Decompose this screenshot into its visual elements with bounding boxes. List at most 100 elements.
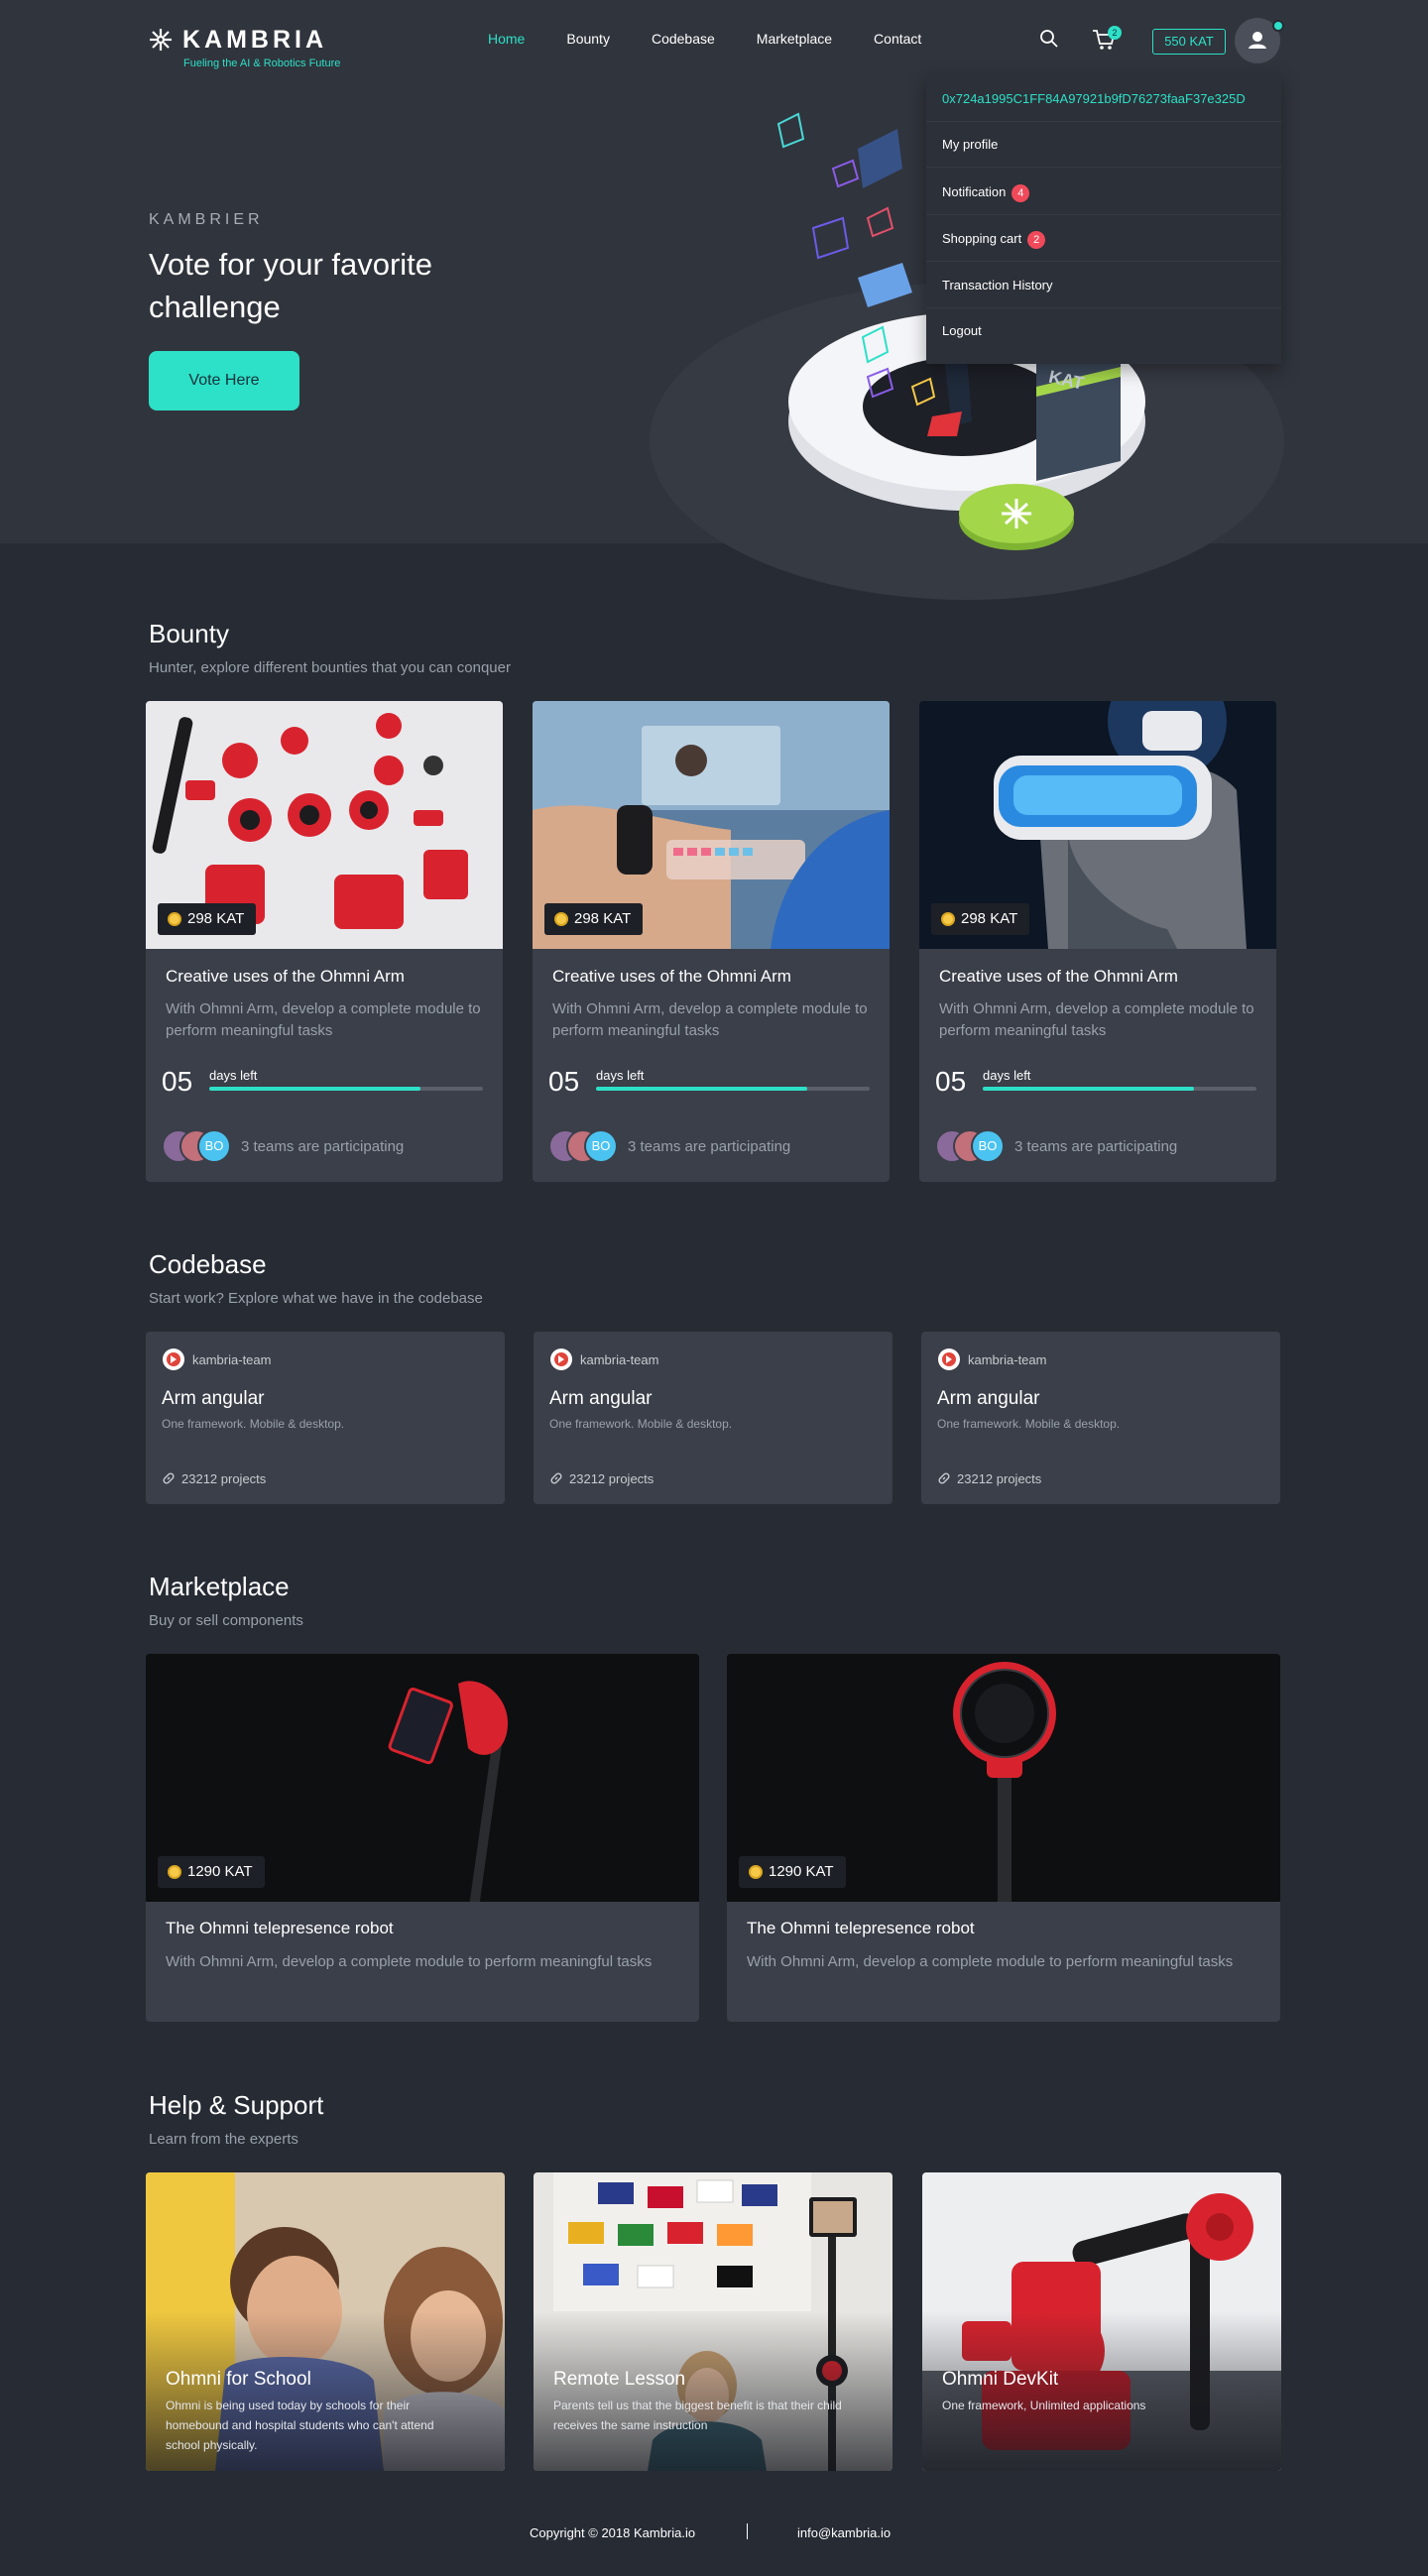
- help-card[interactable]: Ohmni DevKit One framework, Unlimited ap…: [922, 2172, 1281, 2471]
- bounty-progress-bar: [983, 1087, 1256, 1091]
- vote-here-button[interactable]: Vote Here: [149, 351, 299, 410]
- bounty-card[interactable]: 298 KAT Creative uses of the Ohmni Arm W…: [146, 701, 503, 1182]
- bounty-description: With Ohmni Arm, develop a complete modul…: [166, 1000, 481, 1039]
- bounty-title: Creative uses of the Ohmni Arm: [166, 967, 405, 986]
- codebase-card[interactable]: kambria-team Arm angular One framework. …: [146, 1332, 505, 1504]
- bounty-title: Creative uses of the Ohmni Arm: [939, 967, 1178, 986]
- image-overlay: [922, 2311, 1281, 2471]
- team-logo-icon: [163, 1348, 184, 1370]
- footer-email-link[interactable]: info@kambria.io: [797, 2525, 891, 2540]
- main-nav: Home Bounty Codebase Marketplace Contact: [488, 31, 963, 47]
- help-card[interactable]: Ohmni for School Ohmni is being used tod…: [146, 2172, 505, 2471]
- bounty-teams-count: 3 teams are participating: [1014, 1138, 1178, 1155]
- help-section-title: Help & Support: [149, 2090, 324, 2120]
- user-dropdown-menu: 0x724a1995C1FF84A97921b9fD76273faaF37e32…: [926, 74, 1281, 364]
- team-avatar-initials: BO: [584, 1129, 618, 1163]
- nav-bounty[interactable]: Bounty: [566, 31, 610, 47]
- image-overlay: [534, 2311, 892, 2471]
- codebase-description: One framework. Mobile & desktop.: [162, 1417, 345, 1431]
- bounty-reward: 298 KAT: [961, 910, 1018, 927]
- menu-my-profile[interactable]: My profile: [926, 122, 1281, 168]
- codebase-team-name[interactable]: kambria-team: [968, 1352, 1046, 1367]
- search-icon[interactable]: [1039, 29, 1059, 49]
- bounty-card[interactable]: 298 KAT Creative uses of the Ohmni Arm W…: [533, 701, 890, 1182]
- codebase-card[interactable]: kambria-team Arm angular One framework. …: [921, 1332, 1280, 1504]
- bounty-teams-count: 3 teams are participating: [628, 1138, 791, 1155]
- marketplace-section-subtitle: Buy or sell components: [149, 1612, 303, 1629]
- product-title: The Ohmni telepresence robot: [747, 1919, 975, 1937]
- bounty-days-count: 05: [548, 1066, 580, 1097]
- menu-logout[interactable]: Logout: [926, 308, 1281, 354]
- wallet-address[interactable]: 0x724a1995C1FF84A97921b9fD76273faaF37e32…: [926, 76, 1281, 122]
- codebase-description: One framework. Mobile & desktop.: [549, 1417, 733, 1431]
- menu-item-label: Logout: [942, 323, 982, 338]
- bounty-teams-count: 3 teams are participating: [241, 1138, 405, 1155]
- bounty-description: With Ohmni Arm, develop a complete modul…: [939, 1000, 1254, 1039]
- top-header: KAMBRIA Fueling the AI & Robotics Future…: [0, 0, 1428, 79]
- bounty-days-count: 05: [162, 1066, 193, 1097]
- team-avatar-initials: BO: [197, 1129, 231, 1163]
- menu-item-label: Transaction History: [942, 278, 1053, 293]
- bounty-progress-fill: [596, 1087, 807, 1091]
- online-status-dot: [1272, 20, 1284, 32]
- nav-contact[interactable]: Contact: [874, 31, 921, 47]
- nav-codebase[interactable]: Codebase: [652, 31, 715, 47]
- bounty-reward: 298 KAT: [187, 910, 245, 927]
- product-price-tag: 1290 KAT: [739, 1856, 846, 1888]
- product-description: With Ohmni Arm, develop a complete modul…: [166, 1953, 653, 1970]
- nav-home[interactable]: Home: [488, 31, 525, 47]
- codebase-title: Arm angular: [549, 1388, 653, 1409]
- help-card-description: Ohmni is being used today by schools for…: [166, 2399, 434, 2452]
- link-icon: [550, 1472, 562, 1484]
- footer-copyright: Copyright © 2018 Kambria.io: [530, 2525, 696, 2540]
- bounty-days-label: days left: [983, 1068, 1031, 1083]
- bounty-description: With Ohmni Arm, develop a complete modul…: [552, 1000, 868, 1039]
- kat-coin-icon: [941, 912, 955, 926]
- codebase-title: Arm angular: [162, 1388, 265, 1409]
- hero-eyebrow: KAMBRIER: [149, 211, 264, 228]
- notification-count-badge: 4: [1012, 183, 1030, 202]
- footer-divider: [747, 2523, 748, 2539]
- bounty-progress-bar: [209, 1087, 483, 1091]
- menu-notification[interactable]: Notification 4: [926, 170, 1281, 215]
- bounty-section-subtitle: Hunter, explore different bounties that …: [149, 659, 511, 676]
- kat-coin-icon: [168, 912, 181, 926]
- bounty-card[interactable]: 298 KAT Creative uses of the Ohmni Arm W…: [919, 701, 1276, 1182]
- codebase-section-subtitle: Start work? Explore what we have in the …: [149, 1290, 483, 1307]
- help-section-subtitle: Learn from the experts: [149, 2131, 298, 2148]
- codebase-team-name[interactable]: kambria-team: [580, 1352, 658, 1367]
- bounty-reward-tag: 298 KAT: [158, 903, 257, 935]
- team-avatar-initials: BO: [971, 1129, 1005, 1163]
- kat-balance[interactable]: 550 KAT: [1152, 29, 1226, 55]
- product-title: The Ohmni telepresence robot: [166, 1919, 394, 1937]
- bounty-reward-tag: 298 KAT: [931, 903, 1030, 935]
- bounty-progress-fill: [983, 1087, 1194, 1091]
- hero-title: Vote for your favorite challenge: [149, 247, 433, 324]
- bounty-days-label: days left: [596, 1068, 645, 1083]
- marketplace-card[interactable]: 1290 KAT The Ohmni telepresence robot Wi…: [146, 1654, 699, 2022]
- bounty-reward-tag: 298 KAT: [544, 903, 644, 935]
- codebase-project-count: 23212 projects: [957, 1471, 1042, 1486]
- kat-coin-icon: [168, 1865, 181, 1879]
- bounty-reward: 298 KAT: [574, 910, 632, 927]
- team-logo-icon: [938, 1348, 960, 1370]
- help-card-title: Ohmni for School: [166, 2369, 311, 2390]
- link-icon: [163, 1472, 175, 1484]
- menu-shopping-cart[interactable]: Shopping cart 2: [926, 216, 1281, 262]
- codebase-title: Arm angular: [937, 1388, 1040, 1409]
- bounty-section-title: Bounty: [149, 619, 229, 648]
- team-avatars: BO: [935, 1129, 1007, 1163]
- help-card[interactable]: Remote Lesson Parents tell us that the b…: [534, 2172, 892, 2471]
- bounty-days-count: 05: [935, 1066, 967, 1097]
- menu-transaction-history[interactable]: Transaction History: [926, 263, 1281, 308]
- codebase-card[interactable]: kambria-team Arm angular One framework. …: [534, 1332, 892, 1504]
- product-price: 1290 KAT: [769, 1863, 834, 1880]
- nav-marketplace[interactable]: Marketplace: [757, 31, 832, 47]
- cart-count-badge: 2: [1027, 230, 1046, 249]
- codebase-team-name[interactable]: kambria-team: [192, 1352, 271, 1367]
- bounty-progress-fill: [209, 1087, 420, 1091]
- menu-item-label: Notification: [942, 184, 1007, 199]
- marketplace-card[interactable]: 1290 KAT The Ohmni telepresence robot Wi…: [727, 1654, 1280, 2022]
- product-price: 1290 KAT: [187, 1863, 253, 1880]
- menu-item-label: My profile: [942, 137, 999, 152]
